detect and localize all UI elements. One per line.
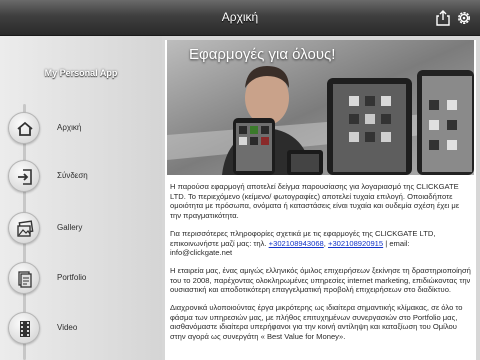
company-paragraph: Η εταιρεία μας, ένας αμιγώς ελληνικός όμ… [170, 265, 471, 295]
sidebar-item-label: Αρχική [57, 123, 82, 132]
home-icon [8, 112, 40, 144]
main-content: Εφαρμογές για όλους! Η παρούσα εφαρμογή … [165, 40, 476, 360]
sidebar-item-label: Σύνδεση [57, 171, 88, 180]
sidebar-item-label: Gallery [57, 223, 83, 232]
film-icon [8, 312, 40, 344]
phone-link-2[interactable]: +302108920915 [328, 239, 383, 248]
contact-paragraph: Για περισσότερες πληροφορίες σχετικά με … [170, 229, 472, 258]
content-text: Η παρούσα εφαρμογή αποτελεί δείγμα παρου… [170, 182, 472, 350]
phone-link-1[interactable]: +302108943068 [269, 239, 324, 248]
sidebar-item-video[interactable]: Video [8, 312, 158, 348]
email-prefix: | email: [383, 238, 410, 248]
top-navigation-bar: Αρχική [0, 0, 480, 36]
share-icon[interactable] [434, 9, 452, 27]
intro-paragraph: Η παρούσα εφαρμογή αποτελεί δείγμα παρου… [170, 182, 460, 221]
app-title: My Personal App [44, 68, 118, 78]
banner-image: Εφαρμογές για όλους! [167, 40, 474, 175]
sidebar-item-label: Video [57, 323, 78, 332]
sidebar-item-portfolio[interactable]: Portfolio [8, 262, 158, 298]
sidebar-item-home[interactable]: Αρχική [8, 112, 158, 148]
gear-icon[interactable] [455, 9, 473, 27]
gallery-icon [8, 212, 40, 244]
banner-tagline: Εφαρμογές για όλους! [189, 46, 336, 63]
sidebar-item-login[interactable]: Σύνδεση [8, 160, 158, 196]
portfolio-icon [8, 262, 40, 294]
sidebar: My Personal App Αρχική Σύνδεση Gallery P… [0, 36, 162, 360]
page-title: Αρχική [221, 10, 259, 24]
portfolio-paragraph: Διαχρονικά υλοποιούντας έργα μικρότερης … [170, 303, 463, 342]
sidebar-item-label: Portfolio [57, 273, 87, 282]
sidebar-item-gallery[interactable]: Gallery [8, 212, 158, 248]
login-icon [8, 160, 40, 192]
email-text: info@clickgate.net [170, 248, 233, 258]
